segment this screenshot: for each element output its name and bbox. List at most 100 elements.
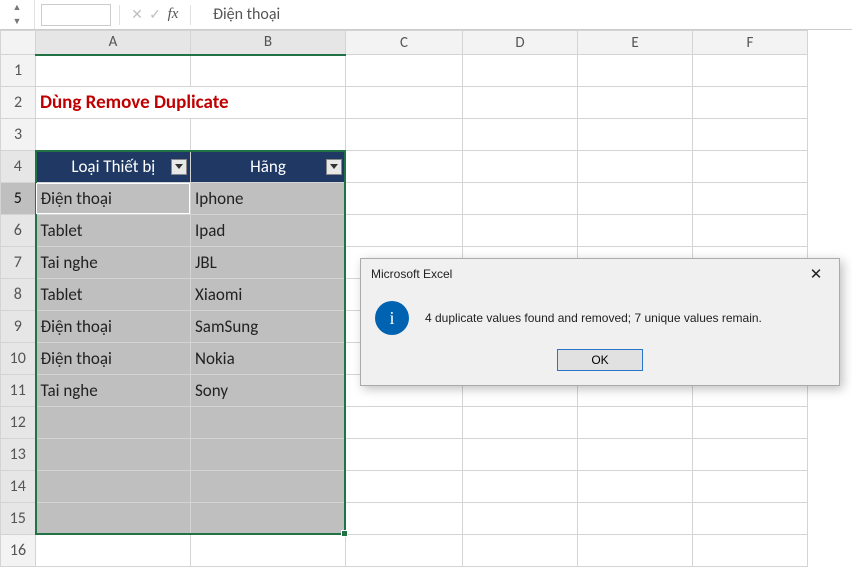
cell-A3[interactable] <box>36 119 191 151</box>
cell-F14[interactable] <box>693 471 808 503</box>
cell-D15[interactable] <box>463 503 578 535</box>
row-header-4[interactable]: 4 <box>1 151 36 183</box>
cell-B4[interactable]: Hãng <box>191 151 346 183</box>
cell-F3[interactable] <box>693 119 808 151</box>
cell-B16[interactable] <box>191 535 346 567</box>
cell-B14[interactable] <box>191 471 346 503</box>
formula-input[interactable] <box>199 4 852 26</box>
cell-C14[interactable] <box>346 471 463 503</box>
cell-F6[interactable] <box>693 215 808 247</box>
cell-A16[interactable] <box>36 535 191 567</box>
cell-C2[interactable] <box>346 87 463 119</box>
col-header-E[interactable]: E <box>578 31 693 55</box>
cell-E14[interactable] <box>578 471 693 503</box>
cell-B1[interactable] <box>191 55 346 87</box>
cell-D16[interactable] <box>463 535 578 567</box>
cell-B15[interactable] <box>191 503 346 535</box>
cell-B13[interactable] <box>191 439 346 471</box>
name-box[interactable] <box>41 4 111 26</box>
cell-A5[interactable]: Điện thoại <box>36 183 191 215</box>
cell-F15[interactable] <box>693 503 808 535</box>
cell-C16[interactable] <box>346 535 463 567</box>
ok-button[interactable]: OK <box>557 349 643 371</box>
cell-C6[interactable] <box>346 215 463 247</box>
row-header-2[interactable]: 2 <box>1 87 36 119</box>
cell-A14[interactable] <box>36 471 191 503</box>
cell-B9[interactable]: SamSung <box>191 311 346 343</box>
cell-E5[interactable] <box>578 183 693 215</box>
cell-D1[interactable] <box>463 55 578 87</box>
cell-A6[interactable]: Tablet <box>36 215 191 247</box>
cell-E6[interactable] <box>578 215 693 247</box>
cell-E2[interactable] <box>578 87 693 119</box>
cell-B5[interactable]: Iphone <box>191 183 346 215</box>
cell-A4[interactable]: Loại Thiết bị <box>36 151 191 183</box>
cell-D4[interactable] <box>463 151 578 183</box>
cell-F1[interactable] <box>693 55 808 87</box>
formula-scroll[interactable]: ▲▼ <box>0 0 35 29</box>
cell-A8[interactable]: Tablet <box>36 279 191 311</box>
cell-D2[interactable] <box>463 87 578 119</box>
col-header-F[interactable]: F <box>693 31 808 55</box>
cell-B11[interactable]: Sony <box>191 375 346 407</box>
cell-A7[interactable]: Tai nghe <box>36 247 191 279</box>
cell-D5[interactable] <box>463 183 578 215</box>
col-header-D[interactable]: D <box>463 31 578 55</box>
close-icon[interactable]: ✕ <box>801 263 831 285</box>
cell-D12[interactable] <box>463 407 578 439</box>
cell-E4[interactable] <box>578 151 693 183</box>
row-header-9[interactable]: 9 <box>1 311 36 343</box>
cell-A1[interactable] <box>36 55 191 87</box>
cell-A9[interactable]: Điện thoại <box>36 311 191 343</box>
cell-C4[interactable] <box>346 151 463 183</box>
row-header-6[interactable]: 6 <box>1 215 36 247</box>
cell-A15[interactable] <box>36 503 191 535</box>
cell-A10[interactable]: Điện thoại <box>36 343 191 375</box>
select-all-corner[interactable] <box>1 31 36 55</box>
cell-A12[interactable] <box>36 407 191 439</box>
cell-D3[interactable] <box>463 119 578 151</box>
row-header-10[interactable]: 10 <box>1 343 36 375</box>
cell-B6[interactable]: Ipad <box>191 215 346 247</box>
cell-C5[interactable] <box>346 183 463 215</box>
row-header-14[interactable]: 14 <box>1 471 36 503</box>
filter-icon[interactable] <box>171 159 187 175</box>
row-header-1[interactable]: 1 <box>1 55 36 87</box>
row-header-15[interactable]: 15 <box>1 503 36 535</box>
row-header-3[interactable]: 3 <box>1 119 36 151</box>
cell-E1[interactable] <box>578 55 693 87</box>
cell-F2[interactable] <box>693 87 808 119</box>
cell-B10[interactable]: Nokia <box>191 343 346 375</box>
dialog-titlebar[interactable]: Microsoft Excel ✕ <box>361 259 839 289</box>
cell-C15[interactable] <box>346 503 463 535</box>
cell-D13[interactable] <box>463 439 578 471</box>
cell-E12[interactable] <box>578 407 693 439</box>
row-header-12[interactable]: 12 <box>1 407 36 439</box>
cell-E15[interactable] <box>578 503 693 535</box>
cell-A13[interactable] <box>36 439 191 471</box>
col-header-C[interactable]: C <box>346 31 463 55</box>
cell-B12[interactable] <box>191 407 346 439</box>
cell-C1[interactable] <box>346 55 463 87</box>
cell-F5[interactable] <box>693 183 808 215</box>
cell-E13[interactable] <box>578 439 693 471</box>
col-header-A[interactable]: A <box>36 31 191 55</box>
cell-C3[interactable] <box>346 119 463 151</box>
row-header-11[interactable]: 11 <box>1 375 36 407</box>
cell-B7[interactable]: JBL <box>191 247 346 279</box>
row-header-7[interactable]: 7 <box>1 247 36 279</box>
row-header-16[interactable]: 16 <box>1 535 36 567</box>
cell-F4[interactable] <box>693 151 808 183</box>
row-header-5[interactable]: 5 <box>1 183 36 215</box>
row-header-8[interactable]: 8 <box>1 279 36 311</box>
row-header-13[interactable]: 13 <box>1 439 36 471</box>
cell-B8[interactable]: Xiaomi <box>191 279 346 311</box>
col-header-B[interactable]: B <box>191 31 346 55</box>
cell-F12[interactable] <box>693 407 808 439</box>
cell-C13[interactable] <box>346 439 463 471</box>
cell-A2[interactable]: Dùng Remove Duplicate <box>36 87 346 119</box>
cell-D14[interactable] <box>463 471 578 503</box>
cell-E16[interactable] <box>578 535 693 567</box>
filter-icon[interactable] <box>326 159 342 175</box>
cell-D6[interactable] <box>463 215 578 247</box>
